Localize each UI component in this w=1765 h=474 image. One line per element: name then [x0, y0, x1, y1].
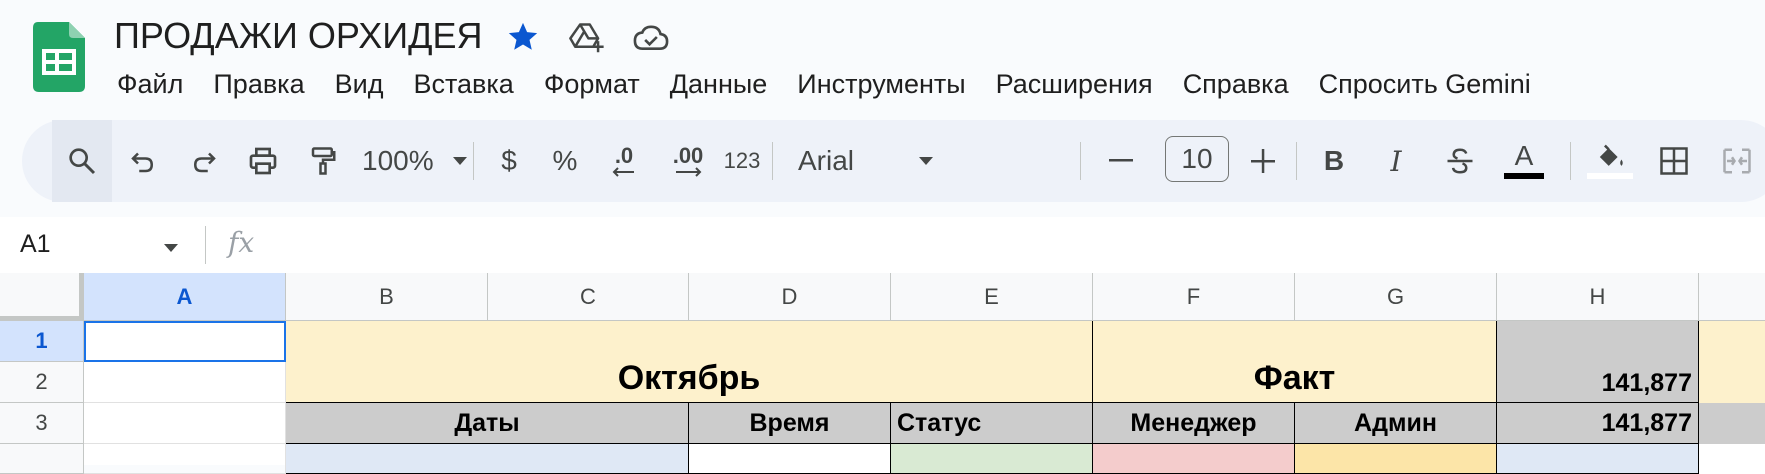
menu-format[interactable]: Формат [529, 64, 655, 104]
undo-icon [128, 146, 158, 176]
strikethrough-button[interactable] [1432, 120, 1488, 202]
undo-button[interactable] [118, 120, 168, 202]
move-to-drive-icon[interactable] [569, 20, 604, 54]
select-all-corner[interactable] [0, 273, 84, 321]
cloud-saved-icon[interactable] [632, 20, 669, 54]
chevron-down-icon [452, 156, 468, 166]
column-header-g[interactable]: G [1295, 273, 1497, 321]
borders-button[interactable] [1646, 120, 1702, 202]
menu-bar: Файл Правка Вид Вставка Формат Данные Ин… [102, 64, 1546, 104]
strikethrough-icon [1445, 146, 1475, 176]
decrease-decimal-button[interactable]: .0 [596, 120, 652, 202]
increase-decimal-button[interactable]: .00 [656, 120, 720, 202]
increase-font-size-button[interactable] [1238, 120, 1288, 202]
menu-edit[interactable]: Правка [198, 64, 319, 104]
sheets-logo-icon[interactable] [33, 22, 85, 92]
toolbar: 100% $ % .0 .00 123 Arial 10 B I A [22, 120, 1765, 202]
redo-button[interactable] [179, 120, 229, 202]
column-header-next[interactable] [1699, 273, 1765, 321]
format-currency-button[interactable]: $ [484, 120, 534, 202]
menu-extensions[interactable]: Расширения [981, 64, 1168, 104]
row-header-4[interactable] [0, 444, 84, 474]
cell-d3-time[interactable]: Время [689, 403, 891, 444]
cell-b3-dates[interactable]: Даты [286, 403, 689, 444]
column-header-b[interactable]: B [286, 273, 488, 321]
merged-fact-header[interactable]: Факт [1093, 321, 1497, 403]
name-box[interactable]: A1 [20, 230, 51, 259]
merged-october-header[interactable]: Октябрь [286, 321, 1093, 403]
cell-d4[interactable] [689, 444, 891, 474]
print-icon [247, 145, 279, 177]
cell-h3-total[interactable]: 141,877 [1497, 403, 1699, 444]
cell-i1[interactable] [1699, 321, 1765, 403]
paint-format-icon [308, 145, 338, 177]
row-header-1[interactable]: 1 [0, 321, 84, 362]
zoom-select[interactable]: 100% [362, 120, 482, 202]
column-header-c[interactable]: C [488, 273, 689, 321]
menu-insert[interactable]: Вставка [398, 64, 528, 104]
column-header-f[interactable]: F [1093, 273, 1295, 321]
menu-view[interactable]: Вид [320, 64, 399, 104]
name-box-dropdown-icon[interactable] [163, 240, 179, 258]
merge-cells-button[interactable] [1710, 120, 1764, 202]
format-percent-button[interactable]: % [540, 120, 590, 202]
function-icon: fx [228, 226, 255, 259]
more-formats-button[interactable]: 123 [712, 120, 772, 202]
cell-e3-status[interactable]: Статус [891, 403, 1093, 444]
text-color-swatch [1504, 173, 1544, 179]
chevron-down-icon [918, 156, 934, 166]
cell-a1-selected[interactable] [84, 321, 286, 362]
italic-button[interactable]: I [1368, 120, 1424, 202]
fill-color-button[interactable] [1582, 120, 1638, 202]
zoom-value: 100% [362, 145, 434, 176]
cell-a3[interactable] [84, 403, 286, 444]
cell-h4[interactable] [1497, 444, 1699, 474]
menu-file[interactable]: Файл [102, 64, 198, 104]
row-header-3[interactable]: 3 [0, 403, 84, 444]
font-family-select[interactable]: Arial [798, 120, 948, 202]
cell-a4[interactable] [84, 444, 286, 474]
cell-i3[interactable] [1699, 403, 1765, 444]
menu-tools[interactable]: Инструменты [782, 64, 980, 104]
search-menus-button[interactable] [52, 120, 112, 202]
cell-g3-admin[interactable]: Админ [1295, 403, 1497, 444]
menu-ask-gemini[interactable]: Спросить Gemini [1304, 64, 1546, 104]
text-color-button[interactable]: A [1496, 120, 1552, 202]
merge-cells-icon [1722, 146, 1752, 176]
font-size-input[interactable]: 10 [1165, 136, 1229, 182]
column-header-h[interactable]: H [1497, 273, 1699, 321]
paint-bucket-icon [1594, 143, 1626, 171]
column-header-a[interactable]: A [84, 273, 286, 321]
paint-format-button[interactable] [298, 120, 348, 202]
formula-bar [0, 217, 1765, 273]
plus-icon [1251, 149, 1275, 173]
decrease-font-size-button[interactable] [1096, 120, 1146, 202]
cell-h2-total[interactable]: 141,877 [1497, 321, 1699, 403]
column-header-d[interactable]: D [689, 273, 891, 321]
cell-i4[interactable] [1699, 444, 1765, 474]
arrow-right-icon [674, 167, 702, 177]
fill-color-swatch [1587, 173, 1633, 179]
minus-icon [1109, 159, 1133, 163]
menu-help[interactable]: Справка [1168, 64, 1304, 104]
row-header-2[interactable]: 2 [0, 362, 84, 403]
cell-f4[interactable] [1093, 444, 1295, 474]
borders-icon [1659, 146, 1689, 176]
arrow-left-icon [612, 167, 636, 177]
cell-f3-manager[interactable]: Менеджер [1093, 403, 1295, 444]
bold-button[interactable]: B [1306, 120, 1362, 202]
cell-a2[interactable] [84, 362, 286, 403]
search-icon [66, 145, 98, 177]
cell-e4[interactable] [891, 444, 1093, 474]
column-header-e[interactable]: E [891, 273, 1093, 321]
menu-data[interactable]: Данные [655, 64, 783, 104]
cell-g4[interactable] [1295, 444, 1497, 474]
redo-icon [189, 146, 219, 176]
cell-b4[interactable] [286, 444, 689, 474]
spreadsheet-grid: A B C D E F G H 1 2 3 Октябрь Факт 141,8… [0, 273, 1765, 474]
document-title[interactable]: ПРОДАЖИ ОРХИДЕЯ [114, 14, 483, 58]
star-icon[interactable] [506, 20, 540, 54]
print-button[interactable] [238, 120, 288, 202]
